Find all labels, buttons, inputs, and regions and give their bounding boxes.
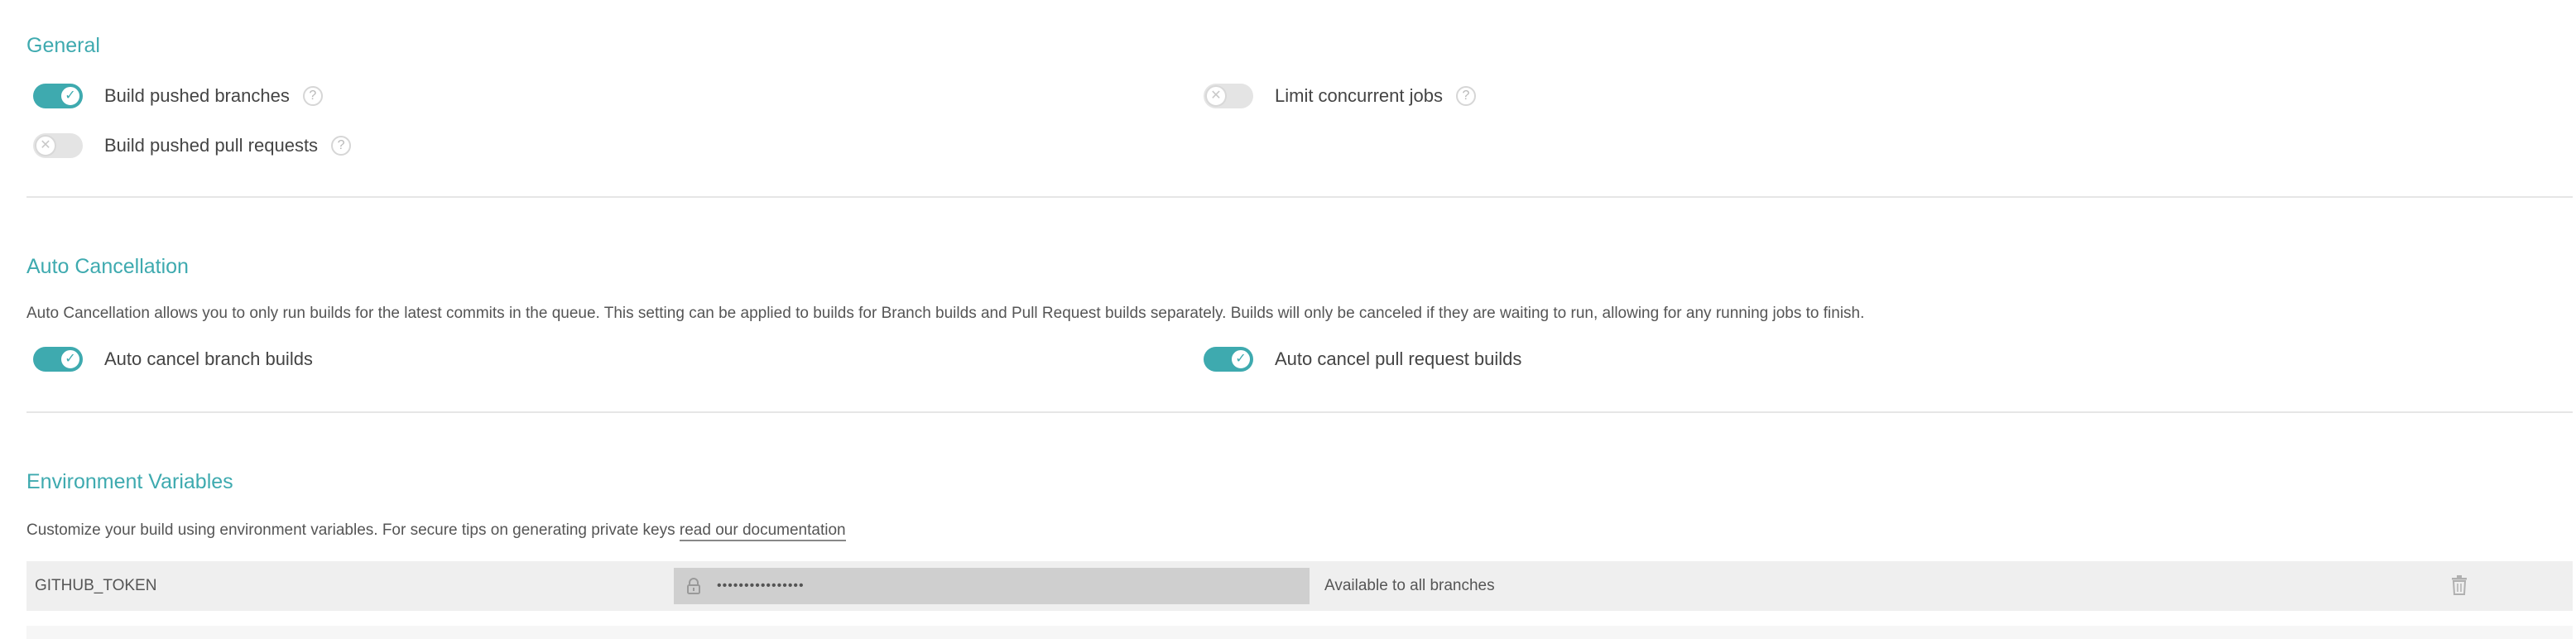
cross-icon: ✕ — [35, 135, 56, 156]
build-pushed-branches-row: ✓ Build pushed branches ? — [33, 79, 323, 113]
question-mark-icon[interactable]: ? — [1455, 86, 1476, 106]
auto-cancel-pull-request-builds-label: Auto cancel pull request builds — [1275, 348, 1522, 369]
environment-variables-title: Environment Variables — [26, 470, 233, 493]
lock-icon — [687, 578, 700, 594]
section-divider — [26, 196, 2573, 198]
limit-concurrent-jobs-toggle[interactable]: ✕ — [1204, 84, 1253, 108]
build-pushed-pull-requests-toggle[interactable]: ✕ — [33, 133, 83, 158]
auto-cancel-branch-builds-label: Auto cancel branch builds — [104, 348, 313, 369]
environment-variables-description-text: Customize your build using environment v… — [26, 521, 675, 539]
auto-cancel-branch-builds-toggle[interactable]: ✓ — [33, 347, 83, 372]
build-pushed-pull-requests-row: ✕ Build pushed pull requests ? — [33, 129, 352, 162]
cross-icon: ✕ — [1205, 85, 1227, 107]
env-var-branch: Available to all branches — [1324, 577, 1495, 594]
env-var-row: GITHUB_TOKEN •••••••••••••••• Available … — [26, 561, 2573, 611]
auto-cancel-branch-builds-row: ✓ Auto cancel branch builds — [33, 343, 313, 376]
environment-variables-description: Customize your build using environment v… — [26, 521, 846, 541]
auto-cancel-pull-request-builds-toggle[interactable]: ✓ — [1204, 347, 1253, 372]
question-mark-icon[interactable]: ? — [331, 136, 352, 156]
documentation-link[interactable]: read our documentation — [679, 521, 846, 541]
env-var-value: •••••••••••••••• — [674, 568, 1310, 604]
limit-concurrent-jobs-label: Limit concurrent jobs — [1275, 85, 1443, 106]
build-pushed-pull-requests-label: Build pushed pull requests — [104, 135, 319, 156]
check-icon: ✓ — [60, 348, 81, 370]
env-var-name: GITHUB_TOKEN — [35, 577, 157, 594]
general-title: General — [26, 34, 100, 57]
check-icon: ✓ — [1230, 348, 1252, 370]
next-row-placeholder — [26, 626, 2573, 639]
build-pushed-branches-label: Build pushed branches — [104, 85, 290, 106]
auto-cancellation-title: Auto Cancellation — [26, 255, 189, 278]
build-pushed-branches-toggle[interactable]: ✓ — [33, 84, 83, 108]
section-divider — [26, 411, 2573, 413]
question-mark-icon[interactable]: ? — [302, 86, 323, 106]
auto-cancellation-description: Auto Cancellation allows you to only run… — [26, 305, 1865, 322]
auto-cancel-pull-request-builds-row: ✓ Auto cancel pull request builds — [1204, 343, 1521, 376]
env-var-masked-value: •••••••••••••••• — [717, 579, 805, 593]
check-icon: ✓ — [60, 85, 81, 107]
trash-icon[interactable] — [2450, 574, 2468, 596]
limit-concurrent-jobs-row: ✕ Limit concurrent jobs ? — [1204, 79, 1476, 113]
